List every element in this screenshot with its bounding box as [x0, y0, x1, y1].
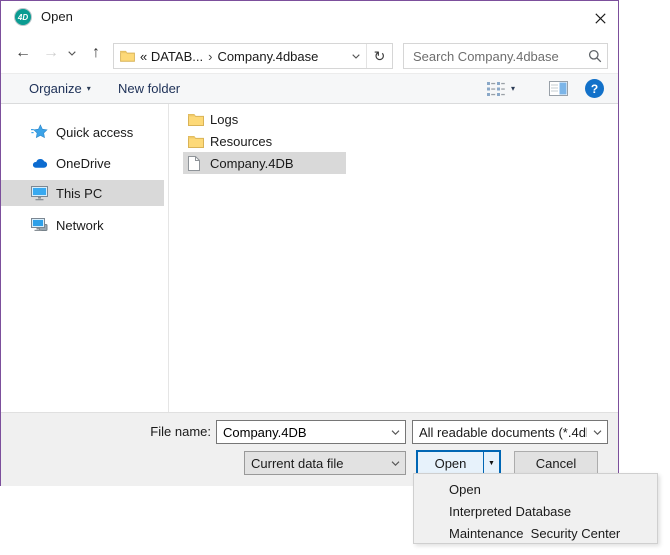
breadcrumb-collapsed[interactable]: « DATAB... [140, 49, 203, 64]
sidebar-item-label: This PC [56, 186, 102, 201]
file-row-company-4db[interactable]: Company.4DB [183, 152, 346, 174]
recent-locations-button[interactable] [63, 37, 81, 69]
address-dropdown-button[interactable] [346, 54, 366, 59]
breadcrumb-current[interactable]: Company.4dbase [217, 49, 318, 64]
open-button-menu: Open Interpreted Database Maintenance Se… [413, 473, 658, 544]
title-bar[interactable]: 4D Open [1, 1, 618, 33]
file-row-logs[interactable]: Logs [183, 108, 346, 130]
cancel-button[interactable]: Cancel [514, 451, 598, 475]
folder-icon [188, 113, 205, 126]
chevron-down-icon [352, 54, 360, 59]
sidebar-item-label: Network [56, 218, 104, 233]
file-name-combobox[interactable] [216, 420, 406, 444]
chevron-down-icon[interactable] [385, 461, 405, 466]
open-mode-value: Current data file [245, 456, 385, 471]
menu-item-interpreted-database[interactable]: Interpreted Database [414, 500, 657, 522]
chevron-down-icon[interactable] [587, 430, 607, 435]
file-name-label: Logs [210, 112, 238, 127]
file-name-label: Resources [210, 134, 272, 149]
menu-item-label: Maintenance Security Center [449, 526, 620, 541]
breadcrumb-separator: › [208, 49, 212, 64]
open-button-label: Open [435, 456, 467, 471]
chevron-down-icon [68, 51, 76, 56]
list-view-icon [487, 82, 505, 96]
menu-item-label: Interpreted Database [449, 504, 571, 519]
open-button[interactable]: Open [418, 452, 483, 474]
help-icon: ? [591, 82, 598, 96]
navigation-bar: ← → ↑ « DATAB... › Company.4dbase ↻ [1, 37, 618, 69]
menu-item-open[interactable]: Open [414, 478, 657, 500]
caret-down-icon: ▼ [488, 460, 495, 467]
menu-item-maintenance-security-center[interactable]: Maintenance Security Center [414, 522, 657, 544]
folder-icon [188, 135, 205, 148]
preview-pane-icon [549, 81, 568, 96]
forward-button[interactable]: → [39, 37, 63, 69]
file-icon [188, 156, 205, 171]
cancel-button-label: Cancel [536, 456, 576, 471]
window-title: Open [41, 9, 73, 24]
close-button[interactable] [585, 6, 615, 30]
address-bar[interactable]: « DATAB... › Company.4dbase ↻ [113, 43, 393, 69]
refresh-button[interactable]: ↻ [366, 44, 392, 68]
file-type-combobox[interactable]: All readable documents (*.4db; [412, 420, 608, 444]
new-folder-label: New folder [118, 81, 180, 96]
file-row-resources[interactable]: Resources [183, 130, 346, 152]
network-icon [31, 218, 48, 233]
change-view-button[interactable]: ▾ [487, 74, 515, 103]
open-dialog-window: 4D Open ← → ↑ « DATAB... › Company.4dbas… [0, 0, 619, 486]
onedrive-cloud-icon [31, 157, 48, 169]
up-arrow-icon: ↑ [92, 44, 100, 62]
sidebar-item-network[interactable]: Network [1, 212, 164, 238]
menu-item-label: Open [449, 482, 481, 497]
this-pc-monitor-icon [31, 186, 48, 201]
file-name-input[interactable] [217, 425, 385, 440]
sidebar-item-label: Quick access [56, 125, 133, 140]
sidebar-item-this-pc[interactable]: This PC [1, 180, 164, 206]
help-button[interactable]: ? [585, 79, 604, 98]
forward-arrow-icon: → [43, 44, 59, 62]
refresh-icon: ↻ [374, 48, 386, 65]
back-button[interactable]: ← [9, 37, 37, 69]
organize-label: Organize [29, 81, 82, 96]
up-button[interactable]: ↑ [83, 37, 109, 69]
new-folder-button[interactable]: New folder [118, 74, 180, 103]
file-name-field-label: File name: [101, 420, 211, 444]
command-toolbar: Organize ▾ New folder ▾ ? [1, 73, 618, 104]
chevron-down-icon: ▾ [511, 84, 515, 93]
chevron-down-icon[interactable] [385, 430, 405, 435]
file-type-value: All readable documents (*.4db; [413, 425, 587, 440]
back-arrow-icon: ← [15, 44, 31, 62]
search-input[interactable] [404, 49, 583, 64]
search-box[interactable] [403, 43, 608, 69]
chevron-down-icon: ▾ [87, 84, 91, 93]
main-content: Quick access OneDrive This PC Network [1, 104, 618, 412]
sidebar-item-label: OneDrive [56, 156, 111, 171]
sidebar-item-onedrive[interactable]: OneDrive [1, 150, 164, 176]
4d-app-logo-icon: 4D [14, 8, 32, 26]
sidebar-item-quick-access[interactable]: Quick access [1, 119, 164, 145]
search-icon[interactable] [583, 49, 607, 63]
quick-access-star-icon [31, 124, 48, 140]
open-mode-combobox[interactable]: Current data file [244, 451, 406, 475]
file-name-label: Company.4DB [210, 156, 294, 171]
preview-pane-button[interactable] [549, 74, 568, 103]
folder-icon [120, 50, 135, 62]
organize-button[interactable]: Organize ▾ [29, 74, 91, 103]
close-icon [595, 13, 606, 24]
sidebar-divider[interactable] [168, 104, 169, 412]
open-button-dropdown-arrow[interactable]: ▼ [483, 452, 499, 474]
